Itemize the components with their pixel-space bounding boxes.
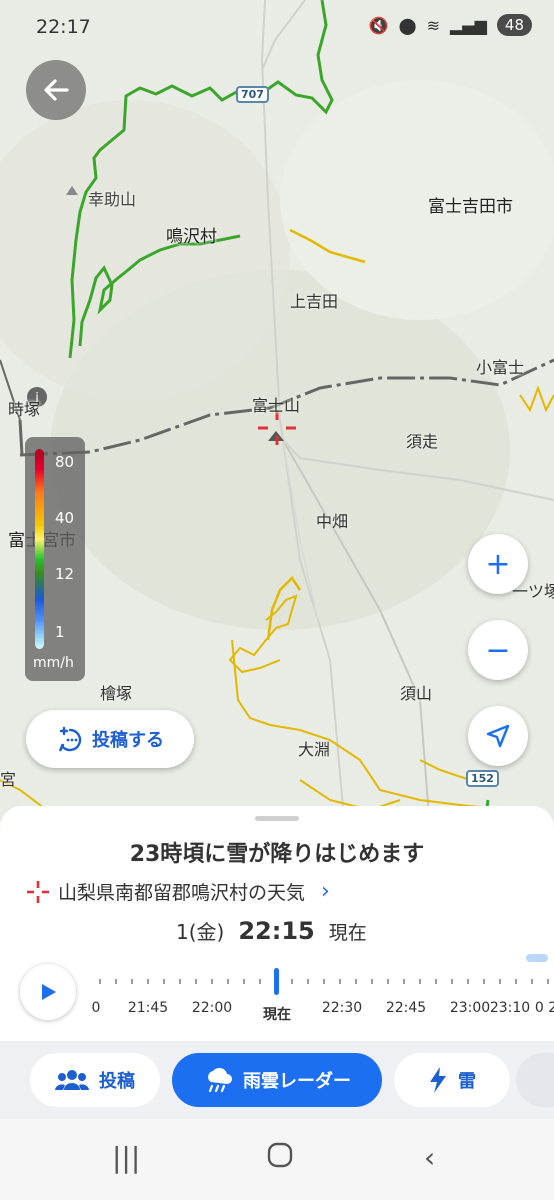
tab-posts[interactable]: 投稿 [30,1053,160,1107]
minus-icon: − [485,632,511,668]
forecast-headline: 23時頃に雪が降りはじめます [129,842,425,867]
zoom-out-button[interactable]: − [468,620,528,680]
rain-cloud-icon [208,1067,232,1093]
legend-tick-80: 80 [55,453,75,471]
my-location-button[interactable] [468,706,528,766]
route-707-badge: 707 [236,86,269,103]
status-icons: 🔇 ⬤ ≋ ▂▄▆ 48 [369,14,532,36]
map-label-kamiyoshida: 上吉田 [290,292,339,311]
legend-tick-1: 1 [55,623,65,641]
sheet-drag-handle[interactable] [255,816,299,821]
tab-posts-label: 投稿 [99,1071,135,1092]
crosshair-icon [27,880,49,903]
post-add-icon [58,726,82,752]
current-date: 1(金) [176,920,225,944]
route-152-badge: 152 [466,770,499,787]
timeline-label: 22:00 [191,1000,233,1016]
map-label-gotsuka: 時塚 [8,400,41,419]
plus-icon: + [485,546,511,582]
battery-badge: 48 [496,14,532,36]
map-label-miya: 宮 [0,770,17,789]
timeline-current-time: 1(金) 22:15 現在 [176,916,367,945]
current-time: 22:15 [238,917,315,945]
tab-rain-radar-label: 雨雲レーダー [243,1071,351,1092]
timeline-label: 22:45 [385,1000,427,1016]
map-label-hinokizuka: 檜塚 [100,684,133,703]
map-label-nakahata: 中畑 [316,512,349,531]
tab-lightning[interactable]: 雷 [394,1053,510,1107]
map-label-obuchi: 大淵 [298,740,331,759]
post-button-label: 投稿する [92,730,164,751]
location-link[interactable]: 山梨県南都留郡鳴沢村の天気 › [26,878,330,905]
legend-tick-12: 12 [55,565,75,583]
map-label-kofuji: 小富士 [476,358,525,377]
timeline-label: 0 [91,1000,101,1016]
lightning-icon [430,1067,446,1093]
tab-more-partial[interactable] [516,1053,554,1107]
location-label: 山梨県南都留郡鳴沢村の天気 [58,882,306,904]
legend-color-bar [35,449,44,649]
legend-unit: mm/h [33,655,74,671]
map-label-fujiyoshida: 富士吉田市 [428,197,513,217]
back-button[interactable] [26,60,86,120]
timeline-end-indicator [526,954,548,962]
legend-tick-40: 40 [55,509,75,527]
timeline-ticks [99,979,549,984]
arrow-left-icon [44,79,69,101]
tab-lightning-label: 雷 [458,1071,476,1092]
bottom-tab-bar: 投稿 雨雲レーダー 雷 [0,1041,554,1119]
map-label-suyama: 須山 [400,684,433,703]
recent-apps-button[interactable]: ||| [112,1141,140,1174]
timeline-scrubber[interactable]: 0 21:45 22:00 現在 22:30 22:45 23:00 23:10… [90,966,554,1026]
map-label-suso: 須走 [406,432,439,451]
map-label-fujisan: 富士山 [252,396,301,415]
map-label-narusawa: 鳴沢村 [166,227,217,247]
location-pin-icon: ⬤ [398,15,417,35]
status-bar: 22:17 🔇 ⬤ ≋ ▂▄▆ 48 [0,0,554,56]
timeline-cursor[interactable] [274,968,279,995]
system-nav-bar: ||| ‹ [0,1119,554,1200]
play-icon [42,984,56,1000]
post-button[interactable]: 投稿する [26,710,194,768]
people-icon [55,1070,89,1090]
zoom-in-button[interactable]: + [468,534,528,594]
signal-icon: ▂▄▆ [449,15,487,35]
mute-icon: 🔇 [368,15,389,35]
timeline-label-current: 現在 [263,1007,291,1023]
timeline-label: 21:45 [127,1000,169,1016]
timeline-label: 0 2 [534,1000,554,1016]
timeline-label: 23:00 [449,1000,491,1016]
map-label-kosukeyama: 幸助山 [88,190,137,209]
timeline-label: 22:30 [321,1000,363,1016]
chevron-right-icon: › [321,879,330,904]
home-button[interactable] [266,1141,294,1176]
forecast-sheet: 23時頃に雪が降りはじめます 山梨県南都留郡鳴沢村の天気 › 1(金) 22:1… [0,806,554,1041]
home-circle-icon [267,1142,293,1168]
system-back-button[interactable]: ‹ [424,1141,435,1174]
play-button[interactable] [20,964,76,1020]
timeline-label: 23:10 [489,1000,531,1016]
now-label: 現在 [328,922,367,944]
navigation-arrow-icon [486,724,510,748]
rain-intensity-legend: 80 40 12 1 mm/h [25,437,85,681]
status-time: 22:17 [36,16,91,38]
tab-rain-radar[interactable]: 雨雲レーダー [172,1053,382,1107]
wifi-icon: ≋ [426,15,440,35]
